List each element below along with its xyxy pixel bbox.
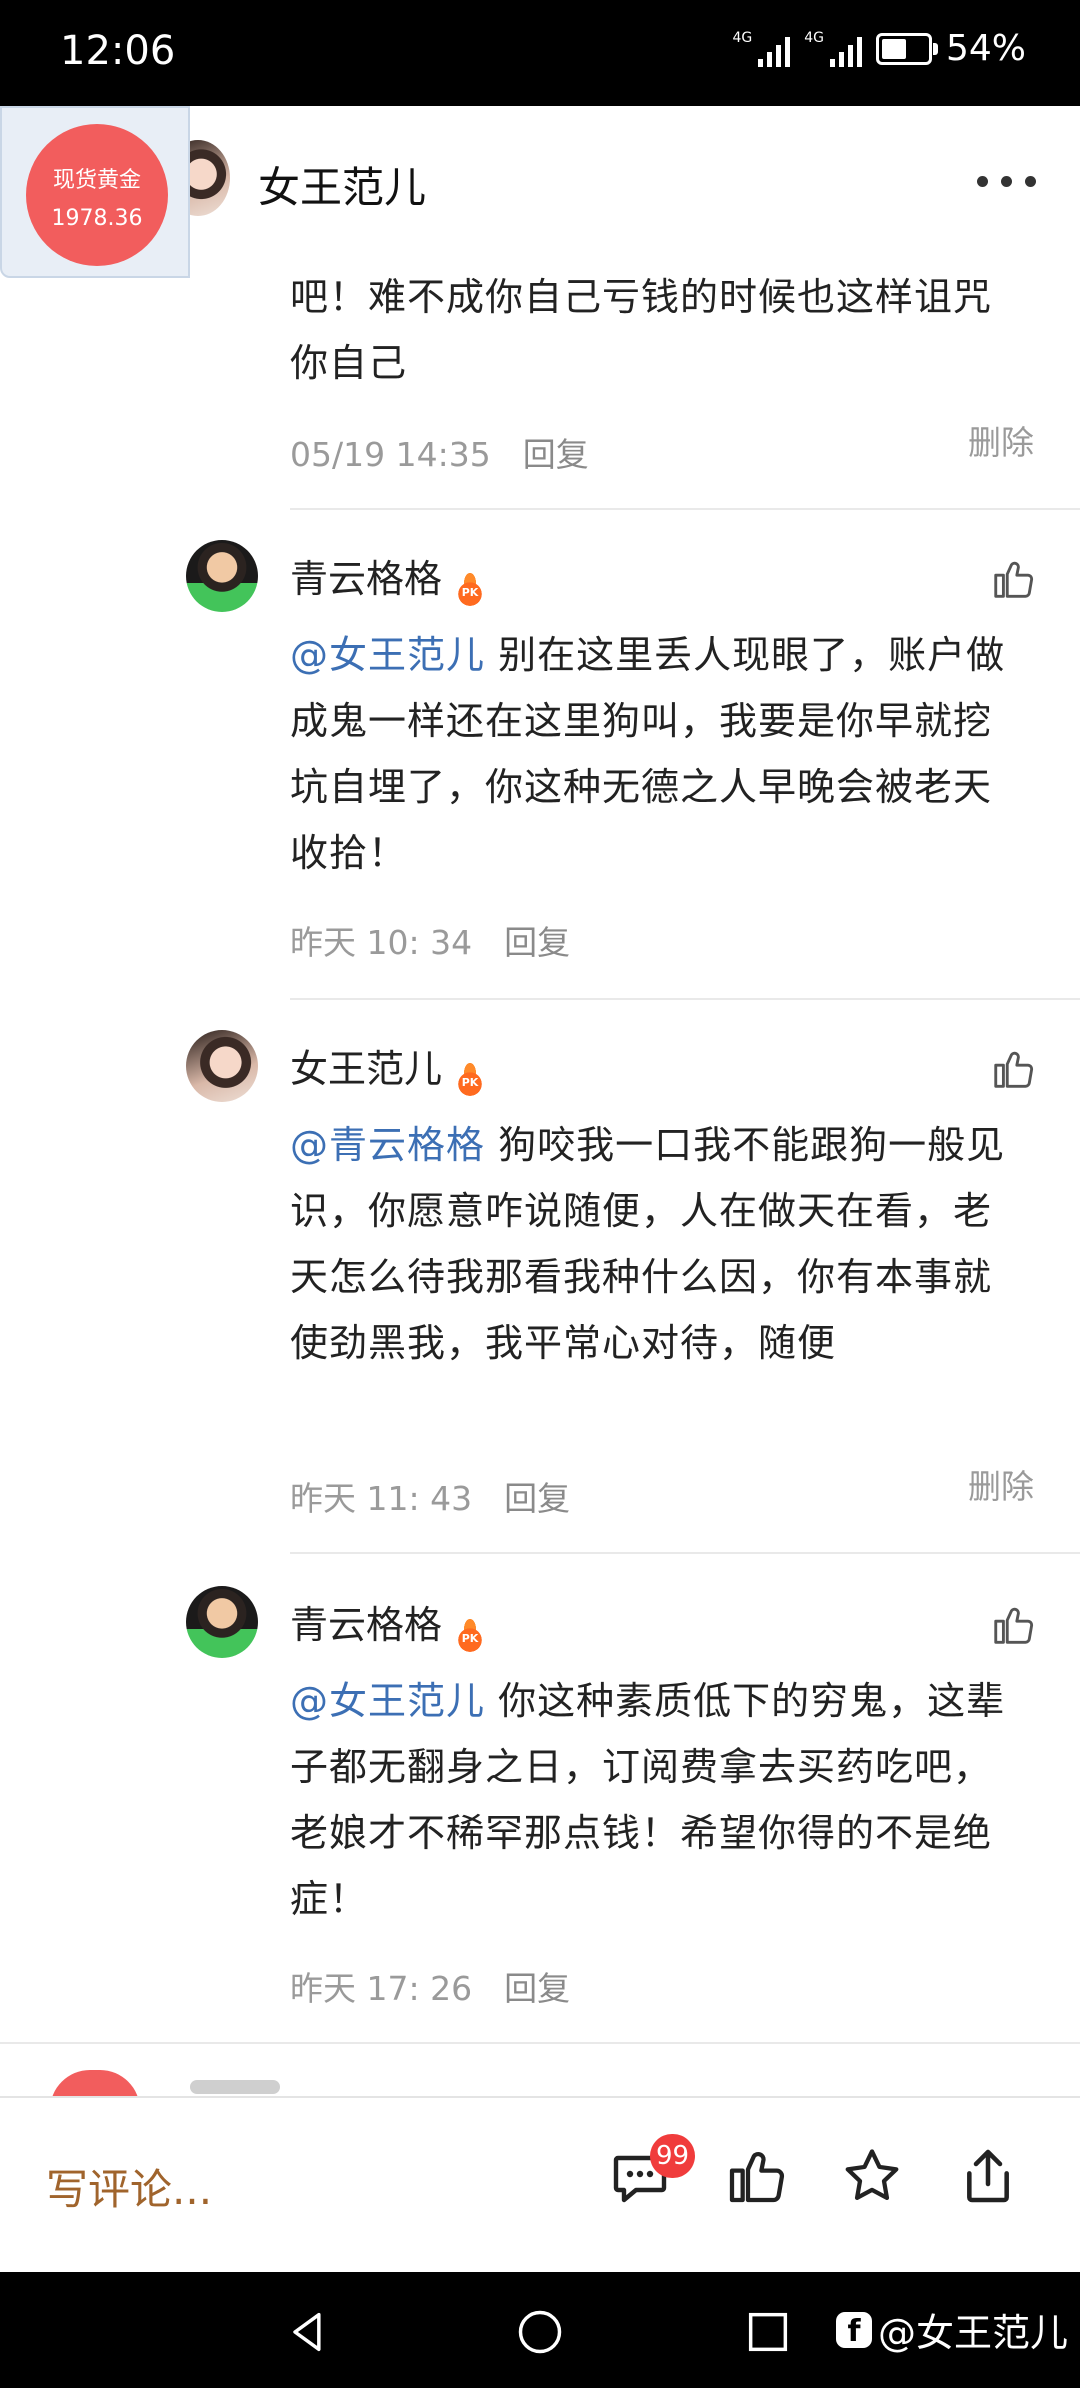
- thumbs-up-icon[interactable]: [990, 556, 1036, 602]
- thumbs-up-icon[interactable]: [990, 1602, 1036, 1648]
- reply-meta: 昨天 11: 43 回复: [290, 1472, 570, 1520]
- reply-meta: 昨天 10: 34 回复: [290, 916, 570, 964]
- reply-text: @女王范儿 别在这里丢人现眼了，账户做成鬼一样还在这里狗叫，我要是你早就挖坑自埋…: [290, 633, 1006, 875]
- bottom-action-bar: 写评论... 99: [0, 2096, 1080, 2274]
- gold-value: 1978.36: [51, 206, 143, 231]
- reply-author[interactable]: 女王范儿 PK: [290, 1038, 485, 1097]
- page-title: 女王范儿: [258, 163, 427, 212]
- mention-link[interactable]: @青云格格: [290, 1123, 485, 1167]
- reply-button[interactable]: 回复: [504, 1479, 570, 1518]
- reply-time: 昨天 17: 26: [290, 1969, 473, 2008]
- share-icon[interactable]: [956, 2144, 1020, 2208]
- delete-button[interactable]: 删除: [968, 416, 1034, 464]
- comment-time: 05/19 14:35: [290, 435, 491, 474]
- mention-link[interactable]: @女王范儿: [290, 633, 485, 677]
- clock: 12:06: [60, 28, 176, 74]
- reply-time: 昨天 10: 34: [290, 923, 473, 962]
- pk-badge-icon: PK: [456, 573, 485, 607]
- comment-count-badge: 99: [650, 2134, 696, 2178]
- reply-author[interactable]: 青云格格 PK: [290, 1594, 485, 1653]
- signal-icon: 4G: [804, 31, 862, 67]
- avatar[interactable]: [186, 540, 258, 612]
- gold-price-widget[interactable]: 现货黄金 1978.36: [0, 106, 190, 278]
- home-icon[interactable]: [514, 2306, 566, 2358]
- status-bar: 12:06 4G 4G 54%: [0, 0, 1080, 106]
- divider: [0, 2042, 1080, 2044]
- reply-time: 昨天 11: 43: [290, 1479, 473, 1518]
- battery-icon: [875, 32, 938, 65]
- gold-label: 现货黄金: [52, 168, 141, 193]
- mention-link[interactable]: @女王范儿: [290, 1679, 485, 1723]
- facebook-icon: f: [835, 2311, 872, 2349]
- reply-author[interactable]: 青云格格 PK: [290, 548, 485, 607]
- signal-icon: 4G: [732, 31, 791, 67]
- reply-button[interactable]: 回复: [523, 435, 589, 474]
- watermark-text: @女王范儿: [877, 2311, 1068, 2355]
- reply-button[interactable]: 回复: [504, 1969, 570, 2008]
- avatar[interactable]: [186, 1030, 258, 1102]
- reply-button[interactable]: 回复: [504, 923, 570, 962]
- reply-text: @青云格格 狗咬我一口我不能跟狗一般见识，你愿意咋说随便，人在做天在看，老天怎么…: [290, 1123, 1006, 1365]
- comment-meta: 05/19 14:35 回复: [290, 428, 589, 476]
- more-icon[interactable]: [977, 176, 1036, 187]
- delete-button[interactable]: 删除: [968, 1460, 1034, 1508]
- reply-meta: 昨天 17: 26 回复: [290, 1962, 570, 2010]
- avatar[interactable]: [186, 1586, 258, 1658]
- thumbs-up-icon[interactable]: [724, 2144, 788, 2208]
- reply-text: @女王范儿 你这种素质低下的穷鬼，这辈子都无翻身之日，订阅费拿去买药吃吧，老娘才…: [290, 1679, 1006, 1921]
- divider: [290, 508, 1080, 510]
- recents-icon[interactable]: [742, 2306, 794, 2358]
- watermark: f @女王范儿: [835, 2302, 1068, 2357]
- gold-price-badge[interactable]: 现货黄金 1978.36: [26, 124, 168, 266]
- thumbs-up-icon[interactable]: [990, 1046, 1036, 1092]
- pk-badge-icon: PK: [456, 1063, 485, 1097]
- status-icons: 4G 4G 54%: [732, 28, 1026, 69]
- divider: [290, 998, 1080, 1000]
- divider: [290, 1552, 1080, 1554]
- system-nav-bar: f @女王范儿: [0, 2272, 1080, 2388]
- pk-badge-icon: PK: [456, 1619, 485, 1653]
- comment-author-placeholder: [190, 2080, 280, 2094]
- battery-percent: 54%: [945, 28, 1026, 69]
- back-icon[interactable]: [282, 2306, 334, 2358]
- star-icon[interactable]: [840, 2144, 904, 2208]
- write-comment-input[interactable]: 写评论...: [46, 2156, 212, 2217]
- comment-text: 吧！难不成你自己亏钱的时候也这样诅咒你自己: [290, 275, 993, 385]
